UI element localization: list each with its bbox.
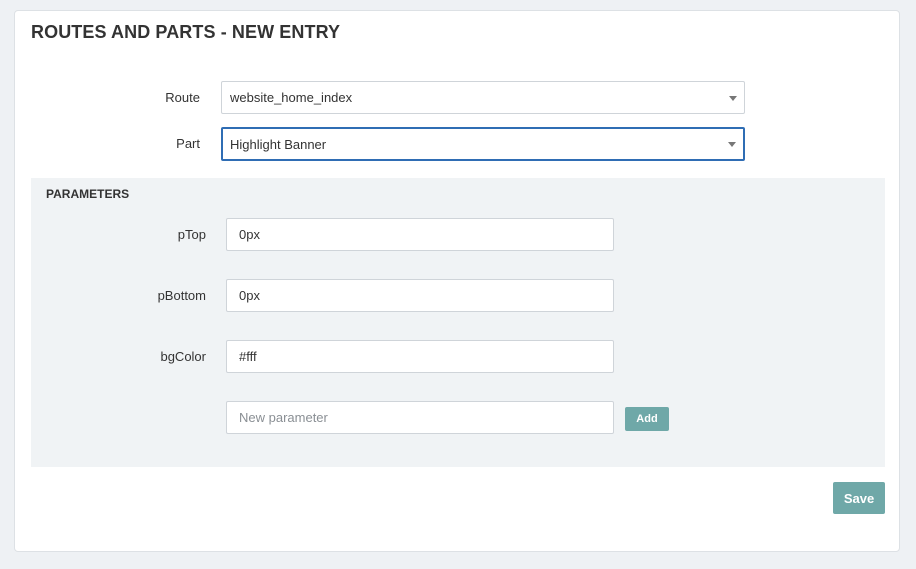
- add-parameter-button[interactable]: Add: [625, 407, 669, 431]
- param-label-bgcolor: bgColor: [160, 349, 206, 364]
- route-select-value: website_home_index: [230, 90, 353, 105]
- parameters-title: PARAMETERS: [46, 187, 130, 201]
- entry-card: ROUTES AND PARTS - NEW ENTRY Route websi…: [14, 10, 900, 552]
- part-label: Part: [176, 136, 200, 151]
- route-label: Route: [165, 90, 200, 105]
- part-select[interactable]: Highlight Banner: [221, 127, 745, 161]
- param-input-ptop[interactable]: 0px: [226, 218, 614, 251]
- param-value-pbottom: 0px: [239, 288, 260, 303]
- chevron-down-icon: [728, 142, 736, 147]
- new-parameter-input[interactable]: New parameter: [226, 401, 614, 434]
- param-value-ptop: 0px: [239, 227, 260, 242]
- new-parameter-placeholder: New parameter: [239, 410, 328, 425]
- param-value-bgcolor: #fff: [239, 349, 257, 364]
- chevron-down-icon: [729, 95, 737, 101]
- parameters-panel: PARAMETERS pTop 0px pBottom 0px bgColor …: [31, 178, 885, 467]
- route-select[interactable]: website_home_index: [221, 81, 745, 114]
- save-button[interactable]: Save: [833, 482, 885, 514]
- param-label-ptop: pTop: [177, 227, 206, 242]
- page-title: ROUTES AND PARTS - NEW ENTRY: [31, 22, 341, 42]
- part-select-value: Highlight Banner: [230, 136, 327, 152]
- param-label-pbottom: pBottom: [157, 288, 206, 303]
- param-input-bgcolor[interactable]: #fff: [226, 340, 614, 373]
- param-input-pbottom[interactable]: 0px: [226, 279, 614, 312]
